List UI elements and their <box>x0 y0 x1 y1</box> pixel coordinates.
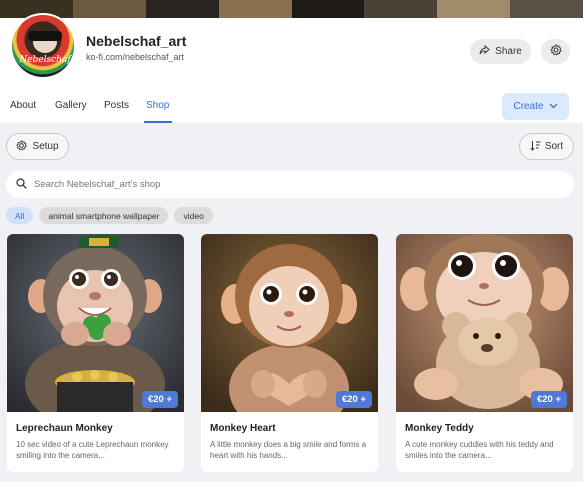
avatar[interactable]: Nebelschaf <box>10 13 76 79</box>
product-image[interactable] <box>201 234 378 434</box>
tab-shop[interactable]: Shop <box>146 100 169 111</box>
filter-chip-video[interactable]: video <box>174 207 213 224</box>
create-button[interactable]: Create <box>502 93 569 120</box>
sort-button[interactable]: Sort <box>519 133 574 160</box>
share-button[interactable]: Share <box>470 39 531 64</box>
product-image[interactable] <box>396 234 573 412</box>
product-description: A cute monkey cuddles with his teddy and… <box>405 440 554 460</box>
gear-icon <box>16 139 28 154</box>
product-image[interactable] <box>7 234 184 429</box>
chevron-down-icon <box>549 101 558 112</box>
shop-section: Setup Sort All animal smartphone wallpap… <box>0 123 583 482</box>
gear-icon <box>549 43 562 61</box>
search-icon <box>16 176 27 194</box>
price-badge: €20 + <box>530 391 567 408</box>
product-description: 10 sec video of a cute Leprechaun monkey… <box>16 440 169 460</box>
setup-label: Setup <box>32 141 59 152</box>
price-badge: €20 + <box>141 391 178 408</box>
filter-chip-all[interactable]: All <box>6 207 34 224</box>
product-card[interactable]: €20 + Leprechaun Monkey 10 sec video of … <box>7 234 184 472</box>
cover-banner <box>0 0 583 18</box>
product-title[interactable]: Monkey Heart <box>210 423 276 434</box>
create-label: Create <box>513 101 544 112</box>
creator-url[interactable]: ko-fi.com/nebelschaf_art <box>86 52 184 62</box>
profile-tabs: About Gallery Posts Shop Create <box>0 93 583 123</box>
product-title[interactable]: Leprechaun Monkey <box>16 423 113 434</box>
product-title[interactable]: Monkey Teddy <box>405 423 474 434</box>
shop-search-bar[interactable] <box>6 171 574 198</box>
share-arrow-icon <box>479 44 490 58</box>
settings-button[interactable] <box>541 39 570 64</box>
search-input[interactable] <box>34 179 534 190</box>
sort-icon <box>530 140 541 154</box>
creator-name: Nebelschaf_art <box>86 33 187 49</box>
tab-about[interactable]: About <box>10 100 36 111</box>
tab-posts[interactable]: Posts <box>104 100 129 111</box>
setup-button[interactable]: Setup <box>6 133 69 160</box>
price-badge: €20 + <box>335 391 372 408</box>
avatar-signature: Nebelschaf <box>19 55 71 65</box>
sort-label: Sort <box>544 141 564 152</box>
tab-gallery[interactable]: Gallery <box>55 100 87 111</box>
product-card[interactable]: €20 + Monkey Teddy A cute monkey cuddles… <box>396 234 573 472</box>
filter-chips: All animal smartphone wallpaper video <box>6 207 213 224</box>
share-label: Share <box>495 46 522 57</box>
filter-chip-wallpaper[interactable]: animal smartphone wallpaper <box>39 207 169 224</box>
product-card[interactable]: €20 + Monkey Heart A little monkey does … <box>201 234 378 472</box>
product-description: A little monkey does a big smile and for… <box>210 440 367 460</box>
